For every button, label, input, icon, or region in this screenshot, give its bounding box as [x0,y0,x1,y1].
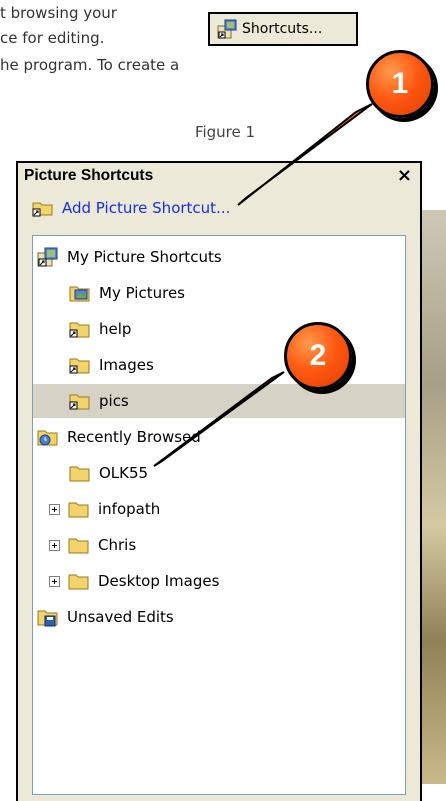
shortcuts-button[interactable]: Shortcuts... [208,12,358,46]
folder-icon [69,466,90,482]
pictures-folder-icon [69,286,90,302]
tree-item-my-pictures[interactable]: My Pictures [69,276,399,310]
shortcuts-folder-icon [37,247,58,267]
tree-item-label: Desktop Images [98,572,220,590]
folder-shortcut-icon [69,322,90,338]
folder-shortcut-icon [69,394,90,410]
expand-icon[interactable] [49,539,60,551]
tree-item-label: Unsaved Edits [67,608,174,626]
folder-icon [68,538,89,554]
document-text-line: t browsing your [0,4,117,22]
add-picture-shortcut-label: Add Picture Shortcut... [62,199,231,217]
folder-icon [68,574,89,590]
folder-shortcut-icon [69,358,90,374]
unsaved-folder-icon [37,610,58,627]
shortcuts-icon [217,19,237,39]
picture-shortcuts-pane: Picture Shortcuts × Add Picture Shortcut… [16,161,422,801]
tree-item-label: infopath [98,500,161,518]
pane-title: Picture Shortcuts [24,167,154,184]
tree-item-chris[interactable]: Chris [49,528,399,562]
tree-item-recently-browsed[interactable]: Recently Browsed [37,420,397,454]
tree-item-olk55[interactable]: OLK55 [69,456,399,490]
tree-item-label: Chris [98,536,137,554]
tree-item-desktop-images[interactable]: Desktop Images [49,564,399,598]
tree-item-infopath[interactable]: infopath [49,492,399,526]
tree-item-pics[interactable]: pics [33,384,405,418]
figure-caption: Figure 1 [194,123,256,141]
folder-icon [68,502,89,518]
tree-item-label: help [99,320,132,338]
tree-item-label: pics [99,392,129,410]
folder-shortcut-icon [32,202,53,217]
callout-2-badge: 2 [284,322,352,390]
document-text-line: ce for editing. [0,29,105,47]
expand-icon[interactable] [49,575,60,587]
close-icon[interactable]: × [397,165,412,186]
tree-item-label: Recently Browsed [67,428,201,446]
shortcut-tree[interactable]: My Picture Shortcuts My Pictures help Im… [32,235,406,795]
callout-1-badge: 1 [366,50,434,118]
expand-icon[interactable] [49,503,60,515]
tree-item-label: My Pictures [99,284,185,302]
tree-item-label: Images [99,356,154,374]
callout-1-number: 1 [391,67,409,100]
callout-2-number: 2 [309,339,327,372]
add-picture-shortcut-link[interactable]: Add Picture Shortcut... [32,199,230,217]
document-text-line: he program. To create a [0,56,180,74]
tree-item-label: My Picture Shortcuts [67,248,222,266]
shortcuts-button-label: Shortcuts... [242,21,323,37]
tree-item-label: OLK55 [99,464,149,482]
tree-item-unsaved-edits[interactable]: Unsaved Edits [37,600,397,634]
recent-folder-icon [37,430,58,446]
tree-item-help[interactable]: help [69,312,399,346]
tree-item-my-picture-shortcuts[interactable]: My Picture Shortcuts [37,240,397,274]
